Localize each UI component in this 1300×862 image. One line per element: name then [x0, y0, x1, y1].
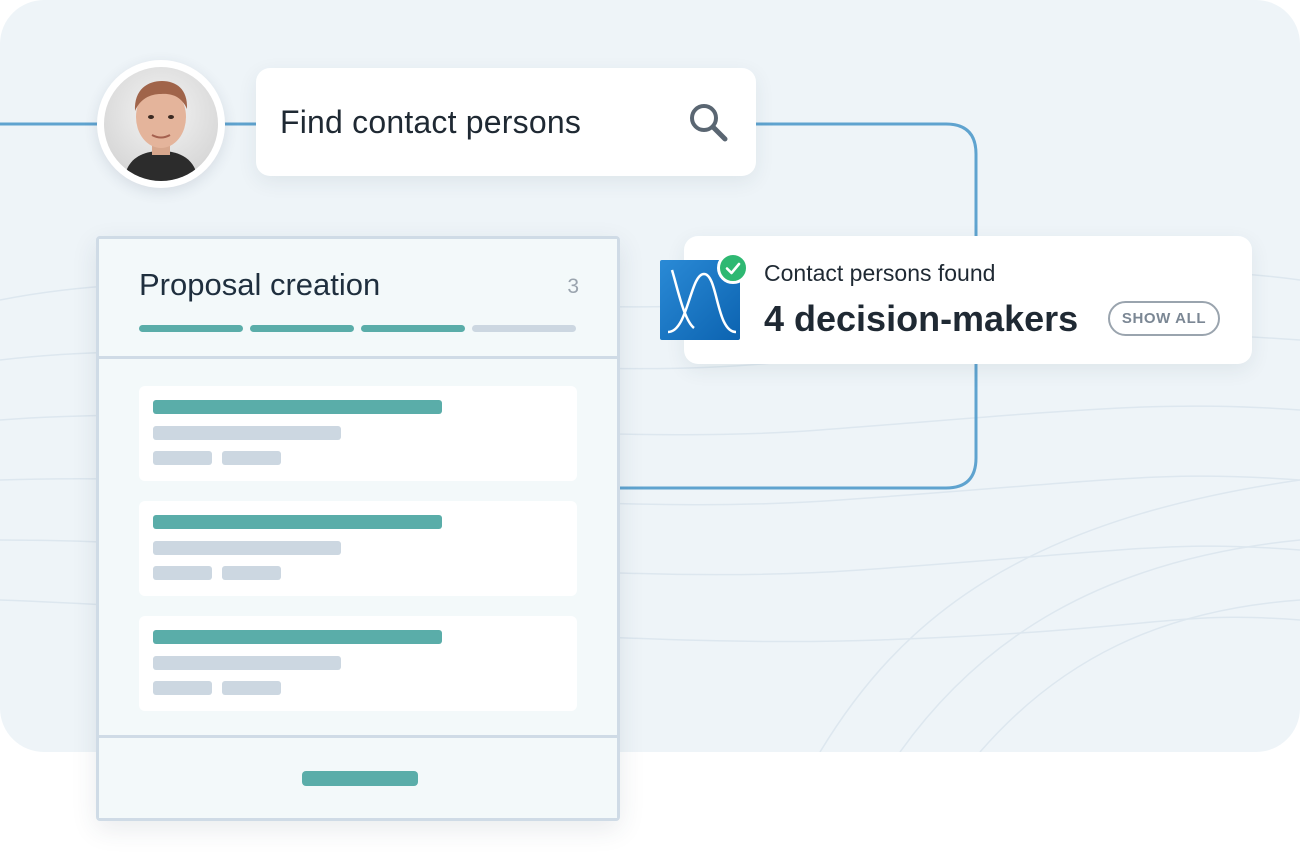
- item-tag-placeholder: [222, 451, 281, 465]
- avatar-photo: [104, 67, 218, 181]
- user-avatar: [97, 60, 225, 188]
- show-all-button[interactable]: SHOW ALL: [1108, 301, 1220, 336]
- item-tag-placeholder: [153, 451, 212, 465]
- progress-segment: [472, 325, 576, 332]
- proposal-item[interactable]: [139, 616, 577, 711]
- progress-segment: [361, 325, 465, 332]
- user-avatar-icon: [124, 81, 198, 181]
- search-input[interactable]: Find contact persons: [280, 104, 684, 141]
- search-icon[interactable]: [684, 98, 732, 146]
- illustration-canvas: Find contact persons Contact persons fou…: [0, 0, 1300, 862]
- item-tag-placeholder: [222, 566, 281, 580]
- check-icon: [717, 252, 749, 284]
- item-tag-placeholder: [153, 681, 212, 695]
- proposal-action-button[interactable]: [302, 771, 418, 786]
- proposal-count: 3: [567, 275, 579, 298]
- item-subtitle-placeholder: [153, 426, 341, 440]
- proposal-title: Proposal creation: [139, 267, 381, 302]
- item-tag-placeholder: [153, 566, 212, 580]
- proposal-header: Proposal creation 3: [99, 239, 617, 359]
- item-subtitle-placeholder: [153, 541, 341, 555]
- item-title-placeholder: [153, 400, 442, 414]
- proposal-item[interactable]: [139, 501, 577, 596]
- result-value: 4 decision-makers: [764, 298, 1079, 339]
- proposal-item[interactable]: [139, 386, 577, 481]
- item-tag-placeholder: [222, 681, 281, 695]
- proposal-footer: [99, 735, 617, 818]
- progress-segment: [139, 325, 243, 332]
- item-title-placeholder: [153, 630, 442, 644]
- item-title-placeholder: [153, 515, 442, 529]
- progress-segment: [250, 325, 354, 332]
- result-label: Contact persons found: [764, 260, 996, 286]
- search-box[interactable]: Find contact persons: [256, 68, 756, 176]
- item-subtitle-placeholder: [153, 656, 341, 670]
- proposal-panel: Proposal creation 3: [96, 236, 620, 821]
